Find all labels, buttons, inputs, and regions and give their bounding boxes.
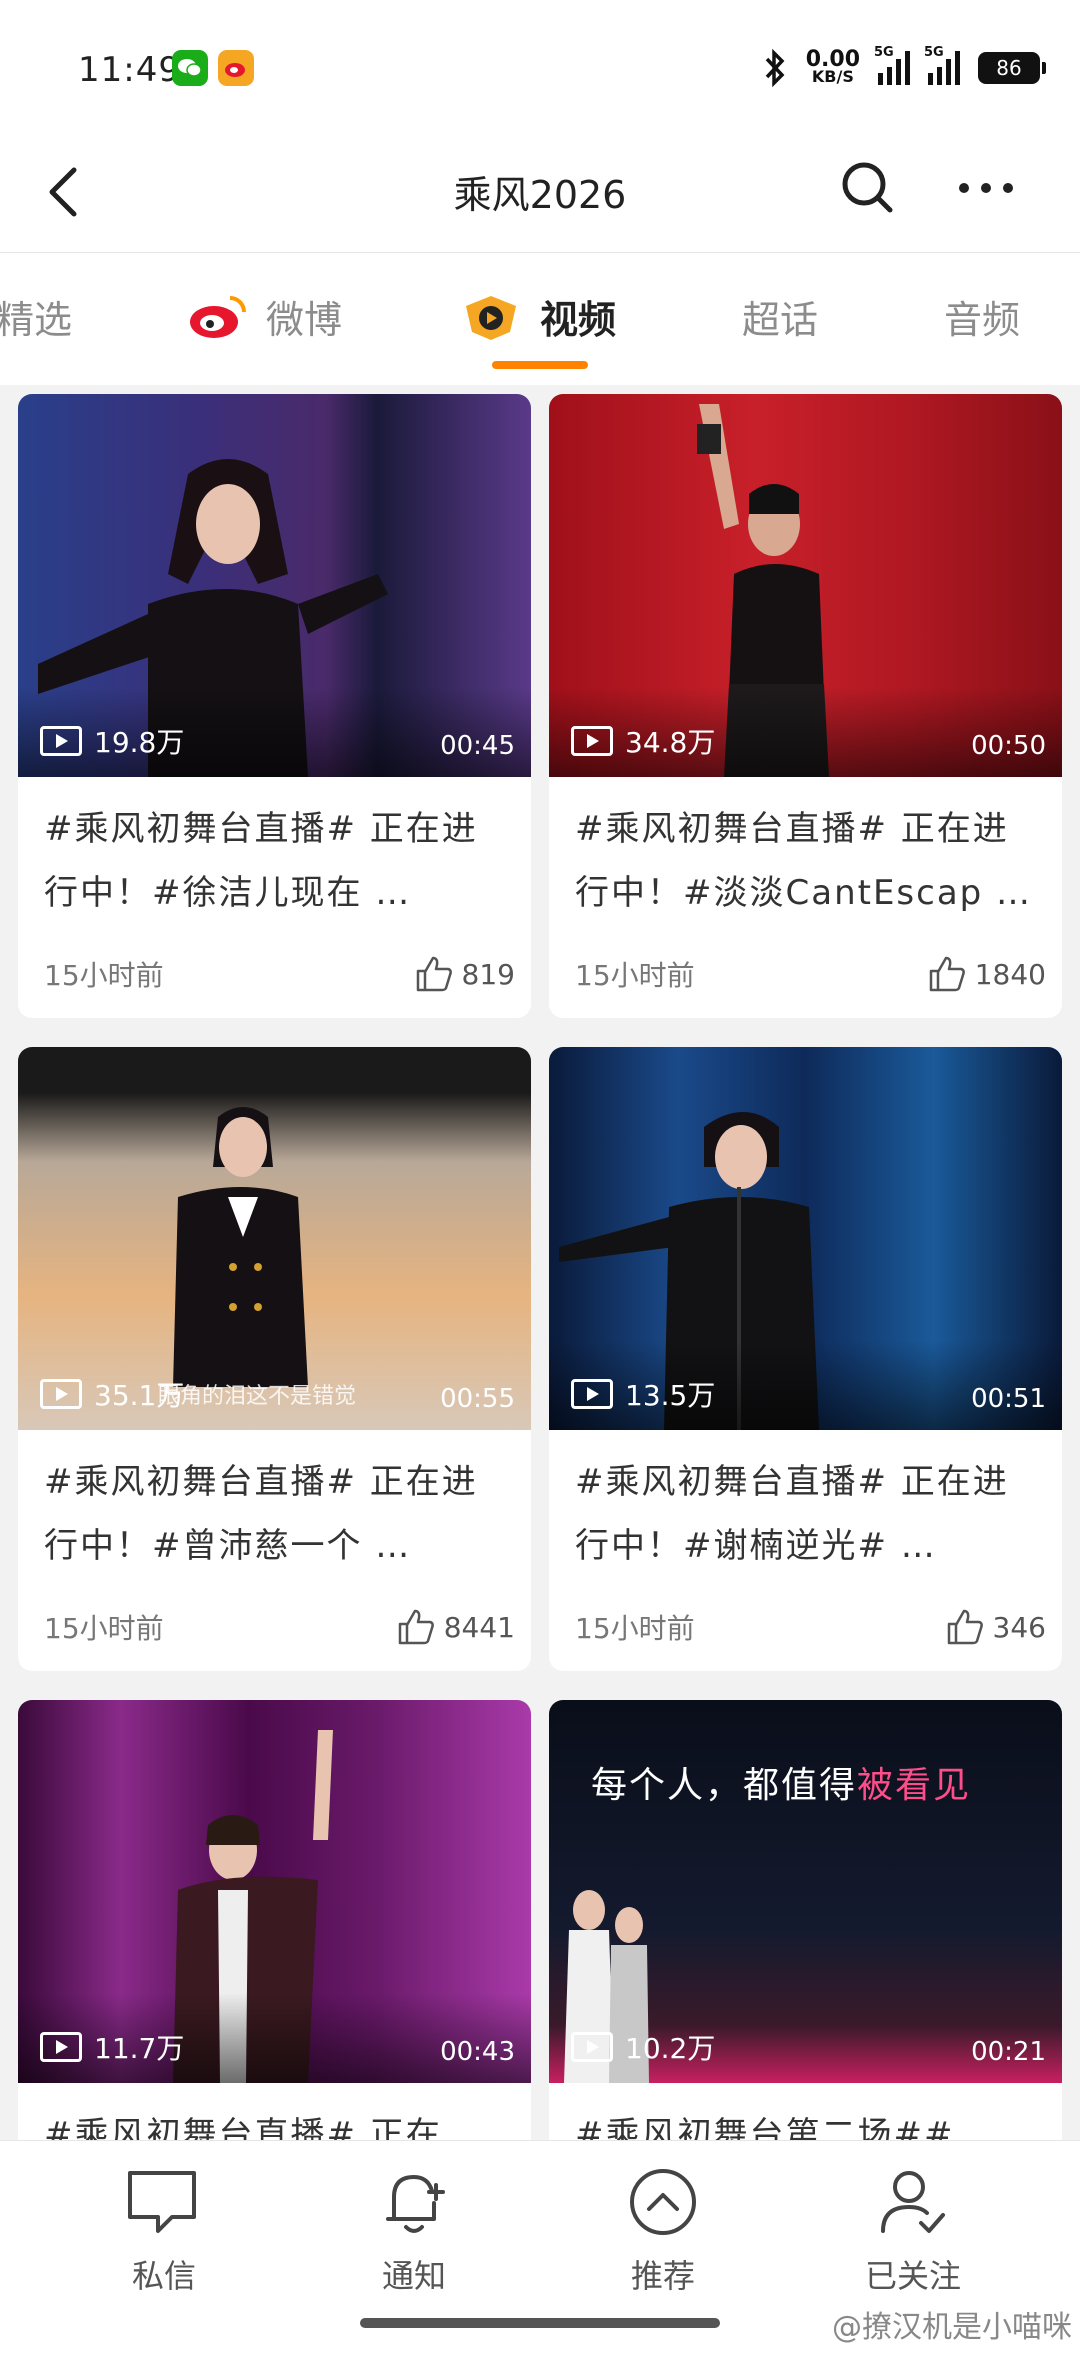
play-icon xyxy=(571,726,613,756)
tab-super-topic[interactable]: 超话 xyxy=(742,289,818,344)
video-duration: 00:51 xyxy=(971,1384,1046,1414)
net-speed: 0.00 KB/S xyxy=(805,47,860,86)
video-title: #乘风初舞台直播# 正在进行中！#淡淡CantEscap … xyxy=(575,809,1033,913)
video-duration: 00:55 xyxy=(440,1384,515,1414)
view-count: 11.7万 xyxy=(40,2027,184,2067)
post-time: 15小时前 xyxy=(44,1612,164,1645)
video-title: #乘风初舞台直播# 正在进行中！#徐洁儿现在 … xyxy=(44,809,478,913)
video-thumbnail[interactable]: 每个人，都值得被看见 10.2万 00:21 xyxy=(549,1700,1062,2083)
view-count: 13.5万 xyxy=(571,1374,715,1414)
video-card[interactable]: 34.8万 00:50 #乘风初舞台直播# 正在进行中！#淡淡CantEscap… xyxy=(549,394,1062,1018)
bottom-nav-recommend[interactable]: 推荐 xyxy=(563,2165,763,2297)
nav-header: 乘风2026 xyxy=(0,130,1080,253)
bottom-nav-label: 私信 xyxy=(131,2257,196,2295)
video-thumbnail[interactable]: 眼角的泪这不是错觉 35.1万 00:55 xyxy=(18,1047,531,1430)
weibo-logo-icon xyxy=(190,295,246,338)
view-count: 34.8万 xyxy=(571,721,715,761)
thumbs-up-icon xyxy=(929,956,965,992)
tab-label: 微博 xyxy=(266,298,343,342)
view-count: 35.1万 xyxy=(40,1374,184,1414)
watermark: @撩汉机是小喵咪 xyxy=(832,2310,1072,2345)
video-duration: 00:50 xyxy=(971,731,1046,761)
chevron-up-circle-icon xyxy=(630,2169,696,2235)
search-button[interactable] xyxy=(836,156,900,220)
video-card[interactable]: 眼角的泪这不是错觉 35.1万 00:55 #乘风初舞台直播# 正在进行中！#曾… xyxy=(18,1047,531,1671)
like-button[interactable]: 819 xyxy=(414,955,515,993)
message-icon xyxy=(128,2171,196,2233)
page-title: 乘风2026 xyxy=(453,173,627,217)
thumbs-up-icon xyxy=(947,1609,983,1645)
thumbs-up-icon xyxy=(416,956,452,992)
post-time: 15小时前 xyxy=(44,959,164,992)
video-thumbnail[interactable]: 13.5万 00:51 xyxy=(549,1047,1062,1430)
post-time: 15小时前 xyxy=(575,1612,695,1645)
play-icon xyxy=(571,2032,613,2062)
bottom-nav-label: 推荐 xyxy=(630,2257,695,2295)
play-icon xyxy=(40,726,82,756)
bottom-nav-notifications[interactable]: 通知 xyxy=(314,2165,514,2297)
more-button[interactable] xyxy=(950,156,1022,220)
video-duration: 00:45 xyxy=(440,731,515,761)
home-indicator[interactable] xyxy=(360,2318,720,2328)
thumbs-up-icon xyxy=(398,1609,434,1645)
play-icon xyxy=(571,1379,613,1409)
status-bar: 11:49 0.00 KB/S 5G 5G 86 xyxy=(0,0,1080,130)
tab-featured[interactable]: 精选 xyxy=(0,289,72,344)
user-check-icon xyxy=(881,2171,945,2233)
play-icon xyxy=(40,1379,82,1409)
video-subtitle: 眼角的泪这不是错觉 xyxy=(158,1384,357,1409)
bottom-nav-label: 通知 xyxy=(381,2257,446,2295)
battery-icon: 86 xyxy=(978,52,1046,84)
bottom-nav-following[interactable]: 已关注 xyxy=(813,2165,1013,2297)
video-card[interactable]: 19.8万 00:45 #乘风初舞台直播# 正在进行中！#徐洁儿现在 … 15小… xyxy=(18,394,531,1018)
video-thumbnail[interactable]: 19.8万 00:45 xyxy=(18,394,531,777)
tab-video[interactable]: 视频 xyxy=(460,289,616,344)
tab-audio[interactable]: 音频 xyxy=(944,289,1020,344)
bottom-nav-messages[interactable]: 私信 xyxy=(64,2165,264,2297)
video-title: #乘风初舞台直播# 正在进行中！#谢楠逆光# … xyxy=(575,1462,1009,1566)
post-time: 15小时前 xyxy=(575,959,695,992)
active-tab-indicator xyxy=(492,361,588,369)
bottom-nav-label: 已关注 xyxy=(864,2257,961,2295)
wechat-icon xyxy=(172,50,208,86)
more-icon xyxy=(959,183,1013,193)
tab-bar: 精选 微博 视频 超话 音频 xyxy=(0,253,1080,385)
tab-weibo[interactable]: 微博 xyxy=(186,289,342,344)
like-button[interactable]: 1840 xyxy=(927,955,1046,993)
video-caption: 每个人，都值得被看见 xyxy=(591,1765,972,1806)
play-icon xyxy=(40,2032,82,2062)
tab-label: 音频 xyxy=(944,298,1021,342)
tab-label: 超话 xyxy=(742,298,819,342)
weibo-icon xyxy=(218,50,254,86)
tab-label: 精选 xyxy=(0,298,73,342)
signal-icon: 5G xyxy=(924,45,960,85)
video-duration: 00:21 xyxy=(971,2037,1046,2067)
tab-label: 视频 xyxy=(540,298,617,342)
signal-icon: 5G xyxy=(874,45,910,85)
video-card[interactable]: 13.5万 00:51 #乘风初舞台直播# 正在进行中！#谢楠逆光# … 15小… xyxy=(549,1047,1062,1671)
status-time: 11:49 xyxy=(78,50,181,90)
video-duration: 00:43 xyxy=(440,2037,515,2067)
view-count: 19.8万 xyxy=(40,721,184,761)
bell-icon xyxy=(386,2175,445,2233)
search-icon xyxy=(842,162,893,213)
view-count: 10.2万 xyxy=(571,2027,715,2067)
video-tab-icon xyxy=(466,295,516,340)
like-button[interactable]: 346 xyxy=(945,1608,1046,1646)
video-thumbnail[interactable]: 34.8万 00:50 xyxy=(549,394,1062,777)
bluetooth-icon xyxy=(765,48,785,88)
video-title: #乘风初舞台直播# 正在进行中！#曾沛慈一个 … xyxy=(44,1462,478,1566)
video-thumbnail[interactable]: 11.7万 00:43 xyxy=(18,1700,531,2083)
like-button[interactable]: 8441 xyxy=(396,1608,515,1646)
